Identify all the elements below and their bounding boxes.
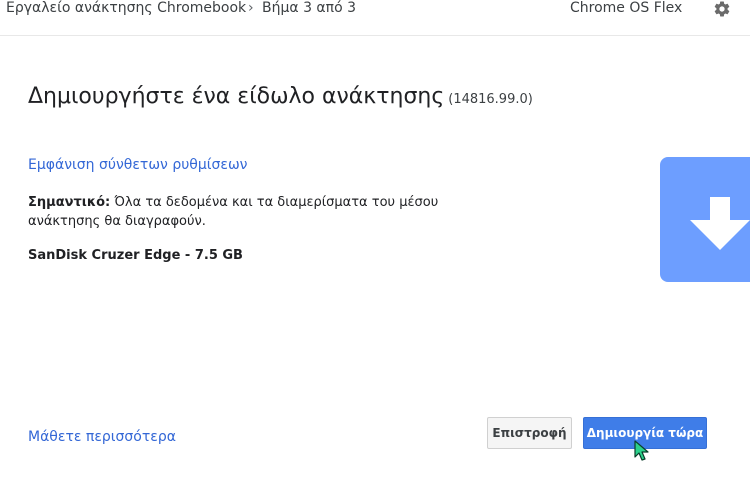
page-title: Δημιουργήστε ένα είδωλο ανάκτησης (14816.… (28, 84, 533, 109)
selected-device: SanDisk Cruzer Edge - 7.5 GB (28, 248, 243, 263)
version-label: (14816.99.0) (448, 92, 533, 107)
product-name: Chrome OS Flex (570, 0, 683, 16)
warning-message: Σημαντικό: Όλα τα δεδομένα και τα διαμερ… (28, 193, 458, 231)
page-title-text: Δημιουργήστε ένα είδωλο ανάκτησης (28, 84, 445, 109)
learn-more-link[interactable]: Μάθετε περισσότερα (28, 429, 176, 445)
back-button[interactable]: Επιστροφή (487, 417, 572, 449)
create-now-button[interactable]: Δημιουργία τώρα (583, 417, 707, 449)
warning-label: Σημαντικό: (28, 195, 111, 210)
header-bar: Εργαλείο ανάκτησης Chromebook › Βήμα 3 α… (0, 0, 750, 36)
download-arrow-icon (690, 197, 750, 250)
breadcrumb-separator: › (248, 0, 254, 16)
gear-icon[interactable] (713, 0, 733, 18)
app-title: Εργαλείο ανάκτησης Chromebook (6, 0, 247, 16)
download-illustration (660, 157, 750, 282)
gear-icon-graphic (714, 1, 730, 17)
step-indicator: Βήμα 3 από 3 (262, 0, 357, 16)
advanced-settings-link[interactable]: Εμφάνιση σύνθετων ρυθμίσεων (28, 157, 248, 173)
